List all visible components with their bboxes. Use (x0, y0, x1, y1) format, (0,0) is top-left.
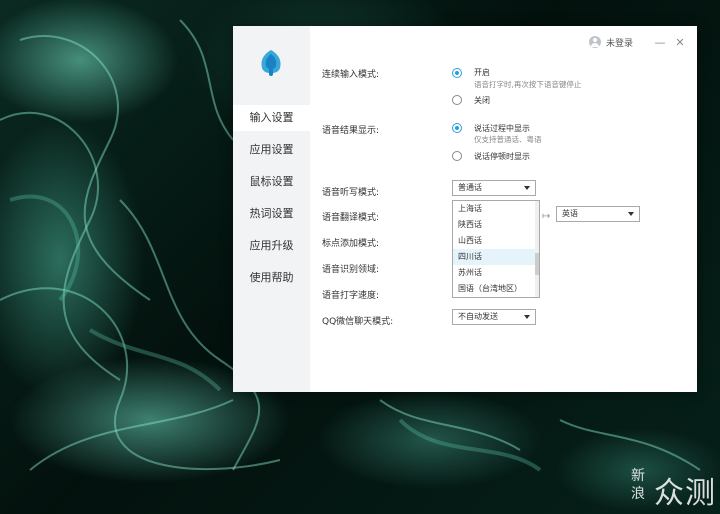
translation-target-select[interactable]: 英语 (556, 206, 640, 222)
dropdown-option-sichuan[interactable]: 四川话 (453, 249, 537, 265)
dropdown-option-shaanxi[interactable]: 陕西话 (453, 217, 537, 233)
result-display-label: 语音结果显示: (322, 126, 380, 136)
dropdown-scrollbar[interactable] (535, 201, 539, 297)
chevron-down-icon (628, 212, 634, 216)
result-display-pause-label[interactable]: 说话停顿时显示 (474, 151, 530, 162)
watermark-char-1: 新 (631, 468, 645, 484)
dropdown-option-shanghai[interactable]: 上海话 (453, 201, 537, 217)
close-button[interactable]: ✕ (673, 36, 687, 49)
sidebar: 输入设置 应用设置 鼠标设置 热词设置 应用升级 使用帮助 (233, 26, 310, 392)
dropdown-option-suzhou[interactable]: 苏州话 (453, 265, 537, 281)
translation-target-value: 英语 (562, 209, 578, 218)
continuous-input-on-label[interactable]: 开启 (474, 67, 490, 78)
settings-dialog: 输入设置 应用设置 鼠标设置 热词设置 应用升级 使用帮助 未登录 — ✕ 连续… (233, 26, 697, 392)
minimize-button[interactable]: — (653, 36, 667, 49)
sidebar-item-mouse-settings[interactable]: 鼠标设置 (233, 169, 310, 195)
continuous-input-off-radio[interactable] (452, 95, 462, 105)
sidebar-item-app-settings[interactable]: 应用设置 (233, 137, 310, 163)
sidebar-item-hotword-settings[interactable]: 热词设置 (233, 201, 310, 227)
dropdown-scrollbar-thumb[interactable] (535, 253, 539, 275)
continuous-input-off-label[interactable]: 关闭 (474, 95, 490, 106)
typing-speed-label: 语音打字速度: (322, 291, 380, 301)
punctuation-mode-label: 标点添加模式: (322, 239, 380, 249)
watermark-char-2: 浪 (631, 486, 645, 502)
continuous-input-on-radio[interactable] (452, 68, 462, 78)
result-display-live-radio[interactable] (452, 123, 462, 133)
continuous-input-on-desc: 语音打字时,再次按下语音键停止 (474, 80, 582, 89)
chevron-down-icon (524, 186, 530, 190)
qq-wechat-mode-value: 不自动发送 (458, 312, 498, 321)
sidebar-item-input-settings[interactable]: 输入设置 (233, 105, 310, 131)
dropdown-option-shanxi[interactable]: 山西话 (453, 233, 537, 249)
dictation-mode-dropdown: 上海话 陕西话 山西话 四川话 苏州话 国语（台湾地区） (452, 200, 540, 298)
dictation-mode-label: 语音听写模式: (322, 188, 380, 198)
recognition-domain-label: 语音识别领域: (322, 265, 380, 275)
sidebar-item-app-upgrade[interactable]: 应用升级 (233, 233, 310, 259)
result-display-live-label[interactable]: 说话过程中显示 (474, 123, 530, 134)
titlebar-controls: 未登录 — ✕ (588, 34, 687, 50)
dictation-mode-value: 普通话 (458, 183, 482, 192)
watermark-text: 众测 (654, 476, 716, 511)
site-watermark: 新 浪 众测 (626, 464, 716, 511)
app-logo-icon (261, 50, 281, 76)
login-status[interactable]: 未登录 (606, 36, 633, 49)
dropdown-option-taiwan[interactable]: 国语（台湾地区） (453, 281, 537, 297)
qq-wechat-mode-select[interactable]: 不自动发送 (452, 309, 536, 325)
dictation-mode-select[interactable]: 普通话 (452, 180, 536, 196)
result-display-live-desc: 仅支持普通话、粤语 (474, 135, 542, 144)
sidebar-item-help[interactable]: 使用帮助 (233, 265, 310, 291)
user-avatar-icon[interactable] (588, 36, 601, 48)
translation-mode-label: 语音翻译模式: (322, 213, 380, 223)
chevron-down-icon (524, 315, 530, 319)
result-display-pause-radio[interactable] (452, 151, 462, 161)
continuous-input-label: 连续输入模式: (322, 70, 380, 80)
translate-arrow-icon: ↦ (542, 211, 551, 222)
qq-wechat-mode-label: QQ微信聊天模式: (322, 317, 394, 327)
